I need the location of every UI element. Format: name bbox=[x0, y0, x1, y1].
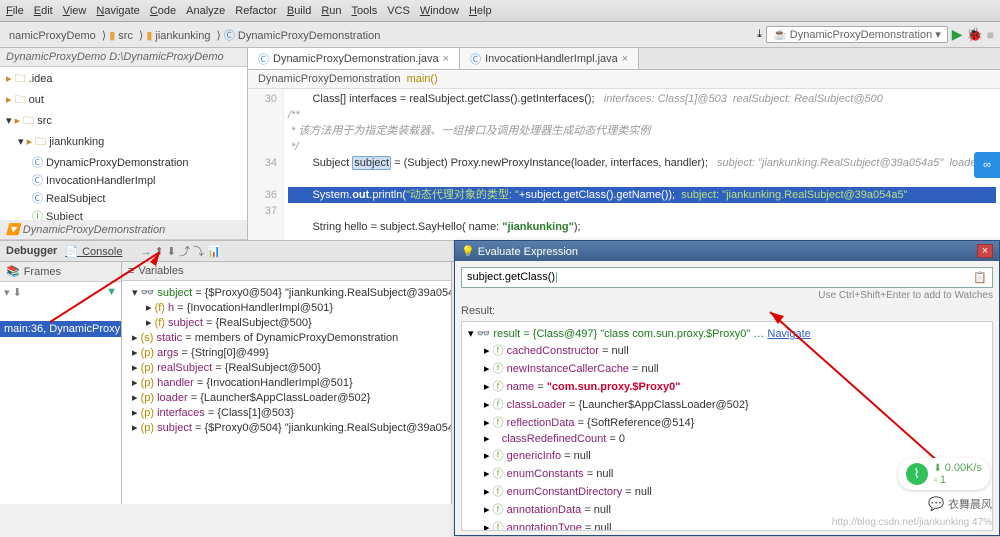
result-row[interactable]: ▸ ⓕ cachedConstructor = null bbox=[466, 341, 988, 359]
evaluate-hint: Use Ctrl+Shift+Enter to add to Watches bbox=[461, 290, 993, 301]
menu-build[interactable]: Build bbox=[287, 5, 311, 17]
crumb-class[interactable]: DynamicProxyDemonstration bbox=[238, 30, 380, 42]
watermark-url: http://blog.csdn.net/jiankunking 47% bbox=[832, 517, 992, 528]
frame-selected[interactable]: main:36, DynamicProxy… bbox=[0, 321, 121, 337]
variable-row[interactable]: ▸ (p) handler = {InvocationHandlerImpl@5… bbox=[126, 375, 447, 390]
run-config-selector[interactable]: ☕ DynamicProxyDemonstration ▾ bbox=[766, 26, 948, 43]
result-row[interactable]: ▸ ⓕ annotationData = null bbox=[466, 500, 988, 518]
close-tab-icon[interactable]: × bbox=[443, 53, 449, 65]
variable-row[interactable]: ▸ (s) static = members of DynamicProxyDe… bbox=[126, 330, 447, 345]
tree-node-jiankunking[interactable]: ▾ ▸ 🗀 jiankunking bbox=[4, 132, 247, 153]
editor-tabs: Ⓒ DynamicProxyDemonstration.java ×Ⓒ Invo… bbox=[248, 48, 1000, 70]
result-label: Result: bbox=[461, 305, 993, 317]
nav-toolbar: namicProxyDemo ⟩ ▮src ⟩ ▮jiankunking ⟩ Ⓒ… bbox=[0, 22, 1000, 48]
breadcrumb: namicProxyDemo ⟩ ▮src ⟩ ▮jiankunking ⟩ Ⓒ… bbox=[6, 27, 383, 43]
expression-input[interactable]: subject.getClass()| 📋 bbox=[461, 267, 993, 288]
evaluate-title-bar[interactable]: 💡 Evaluate Expression × bbox=[455, 241, 999, 261]
menu-analyze[interactable]: Analyze bbox=[186, 5, 225, 17]
variable-row[interactable]: ▸ (p) subject = {$Proxy0@504} "jiankunki… bbox=[126, 420, 447, 435]
variable-row[interactable]: ▸ (f) h = {InvocationHandlerImpl@501} bbox=[126, 300, 447, 315]
menu-run[interactable]: Run bbox=[321, 5, 341, 17]
result-tree[interactable]: ▾ 👓 result = {Class@497} "class com.sun.… bbox=[461, 321, 993, 531]
variable-row[interactable]: ▸ (p) args = {String[0]@499} bbox=[126, 345, 447, 360]
result-row[interactable]: ▸ ⓕ name = "com.sun.proxy.$Proxy0" bbox=[466, 377, 988, 395]
stop-button[interactable]: ■ bbox=[987, 28, 994, 42]
structure-tab[interactable]: 🔽 DynamicProxyDemonstration bbox=[0, 220, 247, 240]
crumb-project[interactable]: namicProxyDemo bbox=[9, 30, 96, 42]
menu-tools[interactable]: Tools bbox=[352, 5, 378, 17]
menu-window[interactable]: Window bbox=[420, 5, 459, 17]
variable-row[interactable]: ▸ (f) subject = {RealSubject@500} bbox=[126, 315, 447, 330]
menu-refactor[interactable]: Refactor bbox=[235, 5, 277, 17]
crumb-pkg[interactable]: jiankunking bbox=[155, 30, 210, 42]
tree-node-src[interactable]: ▾ ▸ 🗀 src bbox=[4, 111, 247, 132]
build-icon[interactable]: ⤓ bbox=[757, 28, 762, 41]
gutter[interactable]: 30343637 bbox=[248, 89, 284, 240]
float-toolbox-icon[interactable]: ∞ bbox=[974, 152, 1000, 178]
network-badge: ⌇ ⬇ 0.00K/s▫ 1 bbox=[898, 458, 990, 490]
variable-row[interactable]: ▸ (p) realSubject = {RealSubject@500} bbox=[126, 360, 447, 375]
editor: Ⓒ DynamicProxyDemonstration.java ×Ⓒ Invo… bbox=[248, 48, 1000, 240]
project-panel-header: DynamicProxyDemo D:\DynamicProxyDemo bbox=[0, 48, 247, 67]
tree-node-subject[interactable]: Ⓘ Subject bbox=[4, 207, 247, 220]
variable-row[interactable]: ▸ (p) loader = {Launcher$AppClassLoader@… bbox=[126, 390, 447, 405]
result-row[interactable]: ▸ ⓕ reflectionData = {SoftReference@514} bbox=[466, 413, 988, 431]
tree-node-dynamicproxydemonstration[interactable]: Ⓒ DynamicProxyDemonstration bbox=[4, 153, 247, 171]
editor-tab[interactable]: Ⓒ DynamicProxyDemonstration.java × bbox=[248, 48, 460, 69]
menu-bar: File Edit View Navigate Code Analyze Refactor B… bbox=[0, 0, 1000, 22]
variables-panel: ≡ Variables ▾ 👓 subject = {$Proxy0@504} … bbox=[122, 262, 452, 504]
result-row[interactable]: ▸ classRedefinedCount = 0 bbox=[466, 431, 988, 446]
wifi-icon: ⌇ bbox=[906, 463, 928, 485]
debug-toolbar-icons[interactable]: → ⬆ ⬇ ⤴ ⤵ 📊 bbox=[140, 243, 220, 259]
run-button[interactable]: ▶ bbox=[952, 26, 963, 43]
crumb-src[interactable]: src bbox=[118, 30, 133, 42]
debug-button[interactable]: 🐞 bbox=[967, 27, 983, 43]
frames-header: 📚 Frames bbox=[0, 262, 121, 282]
watermark: 💬 衣舞晨风 bbox=[928, 496, 992, 512]
menu-navigate[interactable]: Navigate bbox=[96, 5, 139, 17]
menu-edit[interactable]: Edit bbox=[34, 5, 53, 17]
console-tab[interactable]: 📄 Console bbox=[65, 245, 122, 258]
close-icon[interactable]: × bbox=[977, 244, 993, 258]
tree-node-invocationhandlerimpl[interactable]: Ⓒ InvocationHandlerImpl bbox=[4, 171, 247, 189]
variables-header: ≡ Variables bbox=[122, 262, 451, 281]
editor-tab[interactable]: Ⓒ InvocationHandlerImpl.java × bbox=[460, 48, 639, 69]
tree-node-.idea[interactable]: ▸ 🗀 .idea bbox=[4, 69, 247, 90]
debugger-tab[interactable]: Debugger bbox=[6, 245, 57, 257]
project-tool-window: DynamicProxyDemo D:\DynamicProxyDemo ▸ 🗀… bbox=[0, 48, 248, 240]
result-row[interactable]: ▾ 👓 result = {Class@497} "class com.sun.… bbox=[466, 326, 988, 341]
tree-node-realsubject[interactable]: Ⓒ RealSubject bbox=[4, 189, 247, 207]
editor-breadcrumb: DynamicProxyDemonstration main() bbox=[248, 70, 1000, 89]
menu-code[interactable]: Code bbox=[150, 5, 176, 17]
project-tree[interactable]: ▸ 🗀 .idea▸ 🗀 out▾ ▸ 🗀 src▾ ▸ 🗀 jiankunki… bbox=[0, 67, 247, 220]
menu-vcs[interactable]: VCS bbox=[387, 5, 410, 17]
result-row[interactable]: ▸ ⓕ classLoader = {Launcher$AppClassLoad… bbox=[466, 395, 988, 413]
code-area[interactable]: Class[] interfaces = realSubject.getClas… bbox=[284, 89, 1000, 240]
frames-panel: 📚 Frames ▾ ⬇ ▼ main:36, DynamicProxy… bbox=[0, 262, 122, 504]
close-tab-icon[interactable]: × bbox=[622, 53, 628, 65]
variable-row[interactable]: ▸ (p) interfaces = {Class[1]@503} bbox=[126, 405, 447, 420]
menu-file[interactable]: File bbox=[6, 5, 24, 17]
evaluate-expression-dialog: 💡 Evaluate Expression × subject.getClass… bbox=[454, 240, 1000, 536]
tree-node-out[interactable]: ▸ 🗀 out bbox=[4, 90, 247, 111]
result-row[interactable]: ▸ ⓕ newInstanceCallerCache = null bbox=[466, 359, 988, 377]
variable-row[interactable]: ▾ 👓 subject = {$Proxy0@504} "jiankunking… bbox=[126, 285, 447, 300]
menu-help[interactable]: Help bbox=[469, 5, 492, 17]
menu-view[interactable]: View bbox=[63, 5, 87, 17]
